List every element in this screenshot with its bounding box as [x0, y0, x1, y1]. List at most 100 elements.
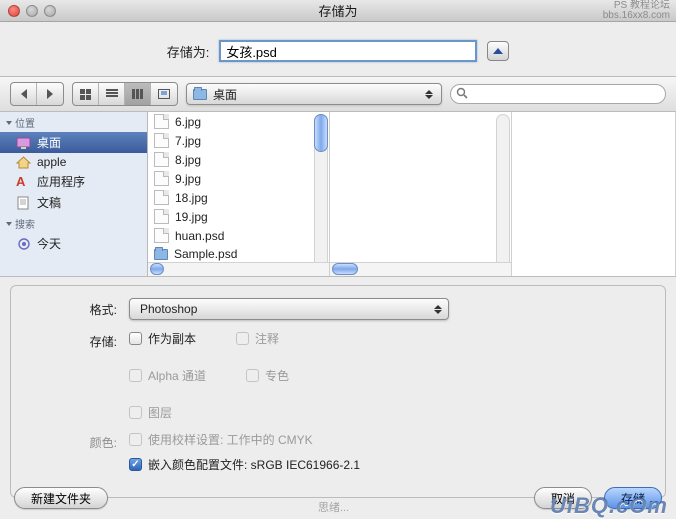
- checkbox-proof: 使用校样设置: 工作中的 CMYK: [129, 431, 649, 448]
- file-row[interactable]: 18.jpg: [148, 188, 329, 207]
- sidebar-item-applications[interactable]: A 应用程序: [0, 171, 147, 192]
- arrow-right-icon: [47, 89, 53, 99]
- h-scrollbar[interactable]: [330, 262, 511, 276]
- chevron-down-icon: [6, 121, 12, 125]
- file-row[interactable]: 19.jpg: [148, 207, 329, 226]
- search-icon: [456, 87, 468, 99]
- view-coverflow-button[interactable]: [151, 83, 177, 105]
- file-name: 19.jpg: [175, 210, 208, 224]
- view-list-button[interactable]: [99, 83, 125, 105]
- file-row[interactable]: Sample.psd▶: [148, 245, 329, 263]
- file-icon: [154, 190, 169, 205]
- h-scroll-thumb[interactable]: [150, 263, 164, 275]
- column-view-icon: [132, 89, 144, 99]
- cancel-button[interactable]: 取消: [534, 487, 592, 509]
- file-browser: 位置 桌面 apple A 应用程序 文稿 搜索 今天 6.jpg 7.jpg 8.…: [0, 112, 676, 277]
- file-icon: [154, 152, 169, 167]
- location-label: 桌面: [213, 86, 237, 103]
- format-label: 格式:: [27, 298, 129, 318]
- nav-segment: [10, 82, 64, 106]
- folder-icon: [154, 249, 168, 260]
- browser-toolbar: 桌面: [0, 76, 676, 112]
- save-as-row: 存储为:: [0, 22, 676, 76]
- file-column-1: 6.jpg 7.jpg 8.jpg 9.jpg 18.jpg 19.jpg huan.psd…: [148, 112, 330, 276]
- file-icon: [154, 133, 169, 148]
- checkbox-label: Alpha 通道: [148, 367, 206, 384]
- checkbox-label: 作为副本: [148, 330, 196, 347]
- sidebar-section-title: 搜索: [15, 216, 35, 231]
- sidebar-section-places[interactable]: 位置: [0, 112, 147, 132]
- file-column-2: [330, 112, 512, 276]
- nav-back-button[interactable]: [11, 83, 37, 105]
- new-folder-button[interactable]: 新建文件夹: [14, 487, 108, 509]
- checkbox-spot: 专色: [246, 367, 289, 384]
- sidebar-item-home[interactable]: apple: [0, 153, 147, 171]
- store-label: 存储:: [27, 330, 129, 350]
- checkbox-as-copy[interactable]: 作为副本: [129, 330, 196, 347]
- sidebar-section-search[interactable]: 搜索: [0, 213, 147, 233]
- file-row[interactable]: 6.jpg: [148, 112, 329, 131]
- sidebar-section-title: 位置: [15, 115, 35, 130]
- checkbox-notes: 注释: [236, 330, 279, 347]
- file-name: Sample.psd: [174, 247, 237, 261]
- h-scroll-thumb[interactable]: [332, 263, 358, 275]
- documents-icon: [16, 196, 31, 209]
- checkbox-checked-icon: [129, 458, 142, 471]
- arrow-left-icon: [21, 89, 27, 99]
- scrollbar-thumb[interactable]: [314, 114, 328, 152]
- format-value: Photoshop: [140, 302, 197, 316]
- checkbox-icon: [236, 332, 249, 345]
- file-column-3: [512, 112, 676, 276]
- desktop-icon: [16, 136, 31, 149]
- file-icon: [154, 171, 169, 186]
- sidebar-item-label: 应用程序: [37, 173, 85, 190]
- nav-forward-button[interactable]: [37, 83, 63, 105]
- updown-icon: [434, 305, 444, 314]
- watermark-top: PS 教程论坛 bbs.16xx8.com: [603, 1, 670, 21]
- format-dropdown[interactable]: Photoshop: [129, 298, 449, 320]
- file-icon: [154, 114, 169, 129]
- sidebar-item-label: 桌面: [37, 134, 61, 151]
- file-row[interactable]: 8.jpg: [148, 150, 329, 169]
- location-dropdown[interactable]: 桌面: [186, 83, 442, 105]
- checkbox-icon: [129, 332, 142, 345]
- view-icon-button[interactable]: [73, 83, 99, 105]
- home-icon: [16, 156, 31, 169]
- window-title: 存储为: [0, 1, 676, 20]
- color-label: 颜色:: [27, 431, 129, 451]
- file-name: 8.jpg: [175, 153, 201, 167]
- file-name: 7.jpg: [175, 134, 201, 148]
- checkbox-layers: 图层: [129, 404, 172, 421]
- file-row[interactable]: 7.jpg: [148, 131, 329, 150]
- titlebar: 存储为 PS 教程论坛 bbs.16xx8.com: [0, 0, 676, 22]
- file-name: 18.jpg: [175, 191, 208, 205]
- file-icon: [154, 209, 169, 224]
- search-input[interactable]: [450, 84, 666, 104]
- applications-icon: A: [16, 175, 31, 188]
- format-panel: 格式: Photoshop 存储: 作为副本 注释 Alpha 通道 专色 图层…: [10, 285, 666, 498]
- disclosure-toggle-button[interactable]: [487, 41, 509, 61]
- sidebar: 位置 桌面 apple A 应用程序 文稿 搜索 今天: [0, 112, 148, 276]
- file-row[interactable]: 9.jpg: [148, 169, 329, 188]
- checkbox-icon: [129, 369, 142, 382]
- save-button[interactable]: 存储: [604, 487, 662, 509]
- view-column-button[interactable]: [125, 83, 151, 105]
- folder-icon: [193, 89, 207, 100]
- checkbox-label: 使用校样设置: 工作中的 CMYK: [148, 431, 313, 448]
- smart-search-icon: [16, 237, 31, 250]
- sidebar-item-documents[interactable]: 文稿: [0, 192, 147, 213]
- file-row[interactable]: huan.psd: [148, 226, 329, 245]
- coverflow-view-icon: [158, 89, 170, 99]
- search-wrap: [450, 84, 666, 104]
- filename-input[interactable]: [219, 40, 477, 62]
- scrollbar-track[interactable]: [496, 114, 510, 274]
- sidebar-item-label: apple: [37, 155, 66, 169]
- svg-text:A: A: [16, 175, 26, 188]
- checkbox-embed-profile[interactable]: 嵌入颜色配置文件: sRGB IEC61966-2.1: [129, 456, 649, 473]
- sidebar-item-today[interactable]: 今天: [0, 233, 147, 254]
- file-icon: [154, 228, 169, 243]
- h-scrollbar[interactable]: [148, 262, 329, 276]
- sidebar-item-desktop[interactable]: 桌面: [0, 132, 147, 153]
- checkbox-icon: [246, 369, 259, 382]
- checkbox-icon: [129, 406, 142, 419]
